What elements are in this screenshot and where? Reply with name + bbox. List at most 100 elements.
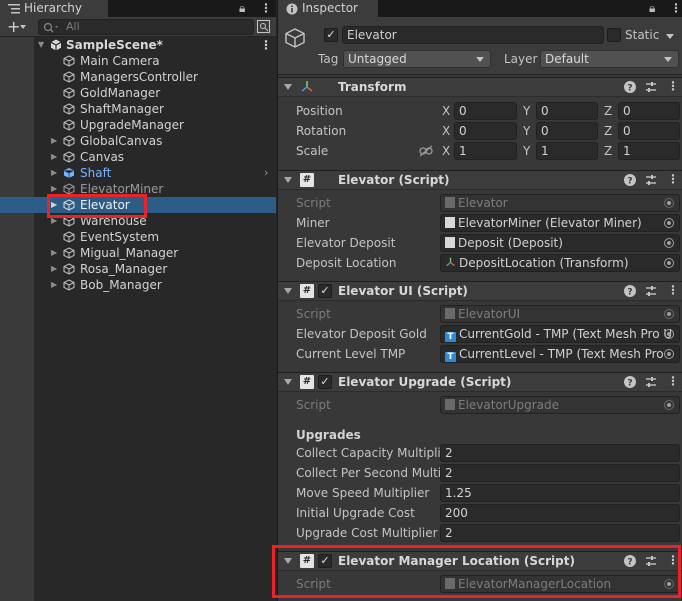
elevator-script-header[interactable]: # Elevator (Script) ? ⋮ (278, 170, 682, 190)
position-z-field[interactable]: 0 (618, 102, 680, 120)
lock-icon[interactable]: 🔒︎ (239, 1, 245, 15)
initial-upgrade-cost-field[interactable]: 200 (440, 504, 680, 522)
hierarchy-item-shaft-manager[interactable]: ShaftManager (0, 101, 276, 117)
object-picker-icon[interactable] (664, 218, 674, 228)
object-picker-icon[interactable] (664, 400, 674, 410)
presets-icon[interactable] (644, 80, 658, 94)
upgrade-cost-multiplier-field[interactable]: 2 (440, 524, 680, 542)
foldout-arrow-icon[interactable] (284, 379, 292, 385)
collapsed-arrow-icon[interactable]: ▶ (51, 245, 57, 261)
presets-icon[interactable] (644, 284, 658, 298)
scene-options-icon[interactable]: ⋮ (260, 37, 272, 53)
more-options-icon[interactable]: ⋮ (260, 1, 272, 15)
transform-header[interactable]: Transform ? ⋮ (278, 77, 682, 97)
static-checkbox[interactable] (607, 28, 621, 42)
hierarchy-item-canvas[interactable]: ▶ Canvas (0, 149, 276, 165)
object-picker-icon[interactable] (664, 309, 674, 319)
rotation-y-label[interactable]: Y (523, 123, 530, 139)
hierarchy-item-bob-manager[interactable]: ▶ Bob_Manager (0, 277, 276, 293)
elevator-deposit-gold-field[interactable]: T CurrentGold - TMP (Text Mesh Pro U (440, 325, 680, 343)
hierarchy-item-migual-manager[interactable]: ▶ Migual_Manager (0, 245, 276, 261)
hierarchy-tab[interactable]: Hierarchy (0, 0, 108, 17)
static-dropdown-icon[interactable] (666, 34, 674, 39)
hierarchy-item-shaft[interactable]: ▶ Shaft › (0, 165, 276, 181)
position-x-field[interactable]: 0 (454, 102, 517, 120)
object-picker-icon[interactable] (664, 349, 674, 359)
help-icon[interactable]: ? (623, 80, 637, 94)
add-dropdown-icon[interactable] (20, 25, 26, 29)
component-menu-icon[interactable]: ⋮ (667, 283, 679, 297)
more-options-icon[interactable]: ⋮ (670, 1, 682, 15)
component-enabled-checkbox[interactable]: ✓ (318, 375, 332, 389)
position-y-field[interactable]: 0 (536, 102, 598, 120)
rotation-z-label[interactable]: Z (604, 123, 612, 139)
help-icon[interactable]: ? (623, 173, 637, 187)
component-enabled-checkbox[interactable]: ✓ (318, 284, 332, 298)
deposit-location-field[interactable]: DepositLocation (Transform) (440, 254, 680, 272)
lock-icon[interactable]: 🔒︎ (649, 1, 655, 15)
object-name-input[interactable]: Elevator (342, 26, 604, 44)
scale-z-label[interactable]: Z (604, 143, 612, 159)
scale-x-field[interactable]: 1 (454, 142, 517, 160)
current-level-tmp-field[interactable]: T CurrentLevel - TMP (Text Mesh Pro (440, 345, 680, 363)
component-menu-icon[interactable]: ⋮ (667, 172, 679, 186)
scale-x-label[interactable]: X (442, 143, 450, 159)
rotation-y-field[interactable]: 0 (536, 122, 598, 140)
object-picker-icon[interactable] (664, 238, 674, 248)
scale-y-field[interactable]: 1 (536, 142, 598, 160)
active-checkbox[interactable]: ✓ (324, 28, 338, 42)
elevator-script-field[interactable]: Elevator (440, 194, 680, 212)
move-speed-field[interactable]: 1.25 (440, 484, 680, 502)
hierarchy-item-event-system[interactable]: EventSystem (0, 229, 276, 245)
constrain-proportions-icon[interactable] (419, 145, 433, 157)
rotation-z-field[interactable]: 0 (618, 122, 680, 140)
chevron-right-icon[interactable]: › (264, 165, 268, 181)
hierarchy-item-managers-controller[interactable]: ManagersController (0, 69, 276, 85)
collapsed-arrow-icon[interactable]: ▶ (51, 261, 57, 277)
scene-search-icon[interactable] (257, 20, 270, 33)
elevator-upgrade-script-field[interactable]: ElevatorUpgrade (440, 396, 680, 414)
presets-icon[interactable] (644, 375, 658, 389)
scale-y-label[interactable]: Y (523, 143, 530, 159)
position-y-label[interactable]: Y (523, 103, 530, 119)
collect-per-second-field[interactable]: 2 (440, 464, 680, 482)
expand-arrow-icon[interactable]: ▼ (38, 37, 44, 53)
hierarchy-item-global-canvas[interactable]: ▶ GlobalCanvas (0, 133, 276, 149)
tag-dropdown[interactable]: Untagged (343, 50, 491, 68)
elevator-upgrade-header[interactable]: # ✓ Elevator Upgrade (Script) ? ⋮ (278, 372, 682, 392)
position-z-label[interactable]: Z (604, 103, 612, 119)
component-menu-icon[interactable]: ⋮ (667, 374, 679, 388)
hierarchy-item-upgrade-manager[interactable]: UpgradeManager (0, 117, 276, 133)
collect-capacity-field[interactable]: 2 (440, 444, 680, 462)
rotation-x-field[interactable]: 0 (454, 122, 517, 140)
add-icon[interactable]: + (7, 17, 20, 37)
object-picker-icon[interactable] (664, 198, 674, 208)
hierarchy-item-main-camera[interactable]: Main Camera (0, 53, 276, 69)
elevator-deposit-field[interactable]: Deposit (Deposit) (440, 234, 680, 252)
inspector-tab[interactable]: Inspector (278, 0, 378, 17)
hierarchy-item-gold-manager[interactable]: GoldManager (0, 85, 276, 101)
hierarchy-search-input[interactable]: All (38, 19, 254, 35)
foldout-arrow-icon[interactable] (284, 84, 292, 90)
help-icon[interactable]: ? (623, 284, 637, 298)
collapsed-arrow-icon[interactable]: ▶ (51, 165, 57, 181)
object-picker-icon[interactable] (664, 329, 674, 339)
collapsed-arrow-icon[interactable]: ▶ (51, 149, 57, 165)
scene-row[interactable]: ▼ SampleScene* ⋮ (0, 37, 276, 53)
collapsed-arrow-icon[interactable]: ▶ (51, 277, 57, 293)
collapsed-arrow-icon[interactable]: ▶ (51, 133, 57, 149)
elevator-ui-header[interactable]: # ✓ Elevator UI (Script) ? ⋮ (278, 281, 682, 301)
component-menu-icon[interactable]: ⋮ (667, 79, 679, 93)
help-icon[interactable]: ? (623, 375, 637, 389)
miner-field[interactable]: ElevatorMiner (Elevator Miner) (440, 214, 680, 232)
foldout-arrow-icon[interactable] (284, 288, 292, 294)
scale-z-field[interactable]: 1 (618, 142, 680, 160)
presets-icon[interactable] (644, 173, 658, 187)
foldout-arrow-icon[interactable] (284, 177, 292, 183)
rotation-x-label[interactable]: X (442, 123, 450, 139)
hierarchy-item-rosa-manager[interactable]: ▶ Rosa_Manager (0, 261, 276, 277)
elevator-ui-script-field[interactable]: ElevatorUI (440, 305, 680, 323)
position-x-label[interactable]: X (442, 103, 450, 119)
object-picker-icon[interactable] (664, 258, 674, 268)
layer-dropdown[interactable]: Default (540, 50, 679, 68)
